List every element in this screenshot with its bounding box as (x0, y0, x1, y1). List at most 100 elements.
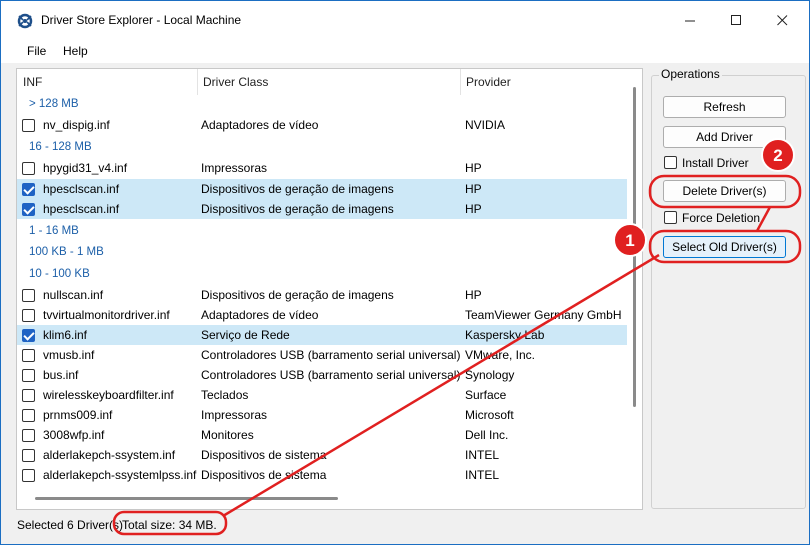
inf-cell: tvvirtualmonitordriver.inf (43, 308, 170, 322)
minimize-icon (684, 20, 695, 21)
column-header-driver-class[interactable]: Driver Class (197, 69, 268, 95)
group-header[interactable]: 1 - 16 MB (29, 221, 79, 241)
inf-cell: vmusb.inf (43, 348, 95, 362)
row-checkbox[interactable] (22, 183, 35, 196)
class-cell: Serviço de Rede (201, 328, 290, 342)
force-deletion-label: Force Deletion (682, 211, 761, 225)
inf-cell: alderlakepch-ssystemlpss.inf (43, 468, 197, 482)
inf-cell: bus.inf (43, 368, 79, 382)
column-header-inf[interactable]: INF (17, 69, 42, 95)
inf-cell: nullscan.inf (43, 288, 104, 302)
select-old-drivers-button[interactable]: Select Old Driver(s) (663, 236, 786, 258)
table-row[interactable]: alderlakepch-ssystem.inf Dispositivos de… (17, 445, 627, 465)
row-checkbox[interactable] (22, 389, 35, 402)
group-header[interactable]: > 128 MB (29, 94, 79, 114)
provider-cell: HP (465, 161, 482, 175)
class-cell: Dispositivos de sistema (201, 448, 327, 462)
group-header[interactable]: 100 KB - 1 MB (29, 242, 104, 262)
minimize-button[interactable] (667, 5, 713, 35)
group-header[interactable]: 16 - 128 MB (29, 137, 92, 157)
provider-cell: HP (465, 288, 482, 302)
install-driver-checkbox[interactable] (664, 156, 677, 169)
driver-list[interactable]: INF Driver Class Provider > 128 MB nv_di… (16, 68, 643, 510)
menu-file[interactable]: File (27, 44, 46, 58)
table-row[interactable]: vmusb.inf Controladores USB (barramento … (17, 345, 627, 365)
inf-cell: hpesclscan.inf (43, 202, 120, 216)
selected-count: Selected 6 Driver(s) (17, 518, 124, 532)
row-checkbox[interactable] (22, 349, 35, 362)
vertical-scrollbar[interactable] (633, 87, 636, 407)
table-row[interactable]: hpesclscan.inf Dispositivos de geração d… (17, 199, 627, 219)
window-title: Driver Store Explorer - Local Machine (41, 13, 242, 27)
class-cell: Adaptadores de vídeo (201, 118, 319, 132)
horizontal-scrollbar[interactable] (35, 497, 338, 500)
class-cell: Controladores USB (barramento serial uni… (201, 368, 461, 382)
provider-cell: Surface (465, 388, 507, 402)
row-checkbox[interactable] (22, 369, 35, 382)
install-driver-label: Install Driver (682, 156, 749, 170)
delete-drivers-button[interactable]: Delete Driver(s) (663, 180, 786, 202)
table-row[interactable]: hpygid31_v4.inf Impressoras HP (17, 158, 627, 178)
operations-legend: Operations (659, 67, 722, 81)
inf-cell: klim6.inf (43, 328, 88, 342)
menu-help[interactable]: Help (63, 44, 88, 58)
provider-cell: VMware, Inc. (465, 348, 536, 362)
class-cell: Dispositivos de geração de imagens (201, 182, 394, 196)
class-cell: Monitores (201, 428, 254, 442)
title-bar: Driver Store Explorer - Local Machine (1, 1, 809, 39)
table-row[interactable]: prnms009.inf Impressoras Microsoft (17, 405, 627, 425)
row-checkbox[interactable] (22, 203, 35, 216)
row-checkbox[interactable] (22, 429, 35, 442)
table-row[interactable]: bus.inf Controladores USB (barramento se… (17, 365, 627, 385)
row-checkbox[interactable] (22, 449, 35, 462)
provider-cell: INTEL (465, 468, 500, 482)
maximize-button[interactable] (713, 5, 759, 35)
provider-cell: NVIDIA (465, 118, 506, 132)
row-checkbox[interactable] (22, 289, 35, 302)
inf-cell: wirelesskeyboardfilter.inf (43, 388, 174, 402)
app-window: Driver Store Explorer - Local Machine Fi… (0, 0, 810, 545)
inf-cell: 3008wfp.inf (43, 428, 105, 442)
provider-cell: Kaspersky Lab (465, 328, 545, 342)
total-size: Total size: 34 MB. (122, 518, 217, 532)
inf-cell: nv_dispig.inf (43, 118, 110, 132)
menu-bar: File Help (1, 39, 809, 63)
class-cell: Dispositivos de geração de imagens (201, 202, 394, 216)
class-cell: Impressoras (201, 408, 268, 422)
table-row[interactable]: hpesclscan.inf Dispositivos de geração d… (17, 179, 627, 199)
close-button[interactable] (759, 5, 805, 35)
force-deletion-checkbox[interactable] (664, 211, 677, 224)
row-checkbox[interactable] (22, 469, 35, 482)
class-cell: Teclados (201, 388, 249, 402)
class-cell: Dispositivos de geração de imagens (201, 288, 394, 302)
table-row[interactable]: alderlakepch-ssystemlpss.inf Dispositivo… (17, 465, 627, 485)
provider-cell: TeamViewer Germany GmbH (465, 308, 622, 322)
table-row[interactable]: klim6.inf Serviço de Rede Kaspersky Lab (17, 325, 627, 345)
inf-cell: prnms009.inf (43, 408, 113, 422)
table-row[interactable]: nullscan.inf Dispositivos de geração de … (17, 285, 627, 305)
row-checkbox[interactable] (22, 409, 35, 422)
table-row[interactable]: wirelesskeyboardfilter.inf Teclados Surf… (17, 385, 627, 405)
row-checkbox[interactable] (22, 329, 35, 342)
driver-store-icon (17, 13, 33, 29)
provider-cell: Microsoft (465, 408, 514, 422)
provider-cell: Synology (465, 368, 515, 382)
class-cell: Dispositivos de sistema (201, 468, 327, 482)
add-driver-button[interactable]: Add Driver (663, 126, 786, 148)
group-header[interactable]: 10 - 100 KB (29, 264, 90, 284)
close-icon (776, 14, 787, 25)
table-row[interactable]: nv_dispig.inf Adaptadores de vídeo NVIDI… (17, 115, 627, 135)
row-checkbox[interactable] (22, 162, 35, 175)
class-cell: Impressoras (201, 161, 268, 175)
inf-cell: hpesclscan.inf (43, 182, 120, 196)
list-header: INF Driver Class Provider (17, 69, 642, 95)
column-header-provider[interactable]: Provider (460, 69, 511, 95)
row-checkbox[interactable] (22, 119, 35, 132)
class-cell: Controladores USB (barramento serial uni… (201, 348, 461, 362)
row-checkbox[interactable] (22, 309, 35, 322)
refresh-button[interactable]: Refresh (663, 96, 786, 118)
table-row[interactable]: 3008wfp.inf Monitores Dell Inc. (17, 425, 627, 445)
table-row[interactable]: tvvirtualmonitordriver.inf Adaptadores d… (17, 305, 627, 325)
class-cell: Adaptadores de vídeo (201, 308, 319, 322)
provider-cell: Dell Inc. (465, 428, 509, 442)
